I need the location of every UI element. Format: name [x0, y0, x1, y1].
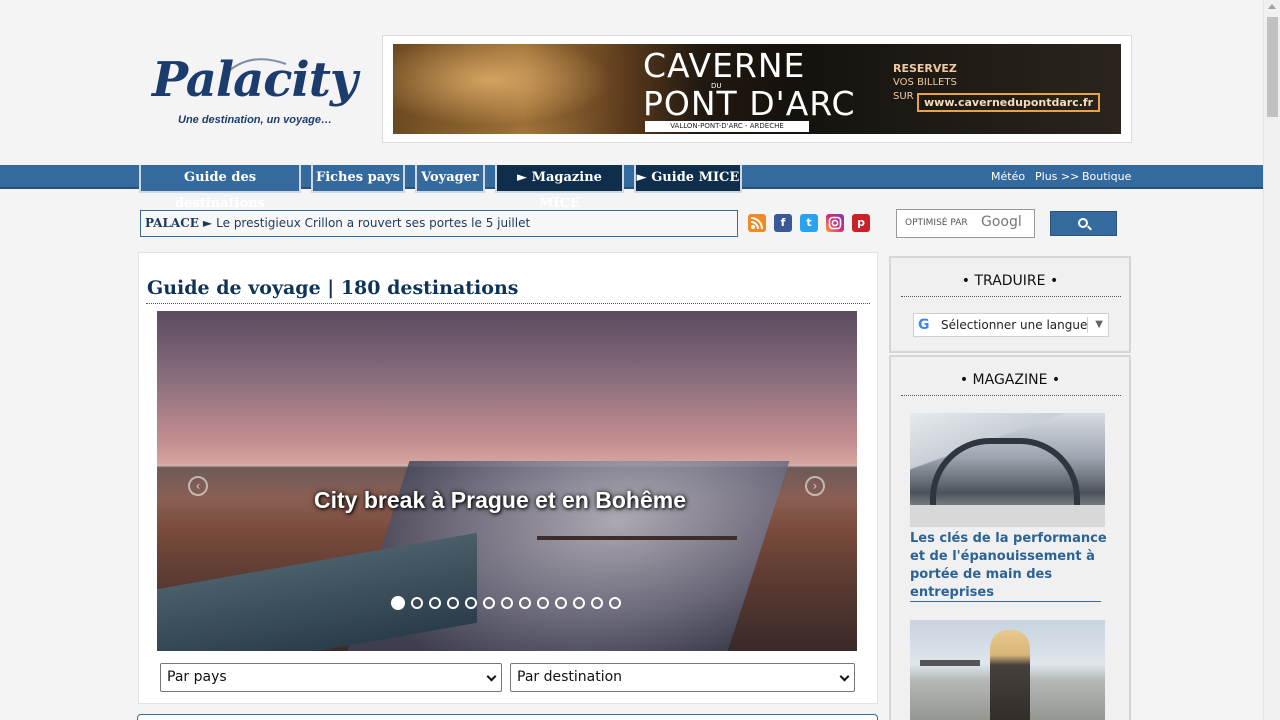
article-image-airport[interactable]	[910, 620, 1105, 720]
logo-wordmark: Palacity	[152, 52, 358, 108]
logo-tagline: Une destination, un voyage…	[178, 114, 333, 126]
ad-banner[interactable]: CAVERNE DU PONT D'ARC VALLON-PONT-D'ARC …	[393, 44, 1121, 134]
nav-link-meteo[interactable]: Météo	[991, 170, 1025, 183]
slider-dot[interactable]	[429, 597, 441, 609]
banner-subtitle: VALLON-PONT-D'ARC - ARDÈCHE	[645, 121, 809, 132]
banner-cave-art-image	[393, 44, 633, 134]
slider-dot[interactable]	[447, 597, 459, 609]
banner-title-line1: CAVERNE	[643, 46, 806, 85]
pinterest-icon[interactable]: p	[852, 214, 870, 232]
slider-dot[interactable]	[555, 597, 567, 609]
main-content-panel: Guide de voyage | 180 destinations ‹ › C…	[138, 252, 878, 704]
language-select-label: Sélectionner une langue	[941, 318, 1088, 332]
country-select[interactable]: Par pays	[160, 663, 502, 692]
facebook-icon[interactable]: f	[774, 214, 792, 232]
twitter-icon[interactable]: t	[800, 214, 818, 232]
destination-select[interactable]: Par destination	[510, 663, 855, 692]
hero-slider[interactable]: ‹ › City break à Prague et en Bohême	[157, 311, 857, 651]
tab-fiches-pays[interactable]: Fiches pays	[311, 165, 405, 193]
ad-banner-frame: CAVERNE DU PONT D'ARC VALLON-PONT-D'ARC …	[382, 35, 1132, 143]
article-divider	[910, 601, 1101, 602]
google-g-icon: G	[918, 317, 930, 333]
slider-dot[interactable]	[483, 597, 495, 609]
banner-sur: SUR	[893, 91, 914, 102]
banner-url[interactable]: www.cavernedupontdarc.fr	[917, 93, 1101, 112]
nav-link-boutique[interactable]: Boutique	[1082, 170, 1131, 183]
ticker-label: PALACE	[145, 216, 199, 230]
page-scrollbar[interactable]	[1263, 0, 1280, 720]
chevron-down-icon	[839, 671, 850, 682]
ticker-text[interactable]: Le prestigieux Crillon a rouvert ses por…	[216, 216, 530, 230]
magazine-title: • MAGAZINE •	[959, 372, 1061, 388]
banner-vos-billets: VOS BILLETS	[893, 77, 957, 88]
slider-dot[interactable]	[501, 597, 513, 609]
news-ticker[interactable]: PALACE ► Le prestigieux Crillon a rouvert …	[140, 210, 738, 237]
site-logo[interactable]: Palacity Une destination, un voyage…	[148, 50, 360, 134]
slider-dot[interactable]	[465, 597, 477, 609]
slider-dot[interactable]	[591, 597, 603, 609]
chevron-down-icon	[486, 671, 497, 682]
banner-title-line2: PONT D'ARC	[643, 84, 856, 123]
article-image-building[interactable]	[910, 413, 1105, 527]
page-title: Guide de voyage | 180 destinations	[147, 277, 519, 299]
destination-select-value: Par destination	[517, 669, 623, 685]
instagram-icon[interactable]	[826, 214, 844, 232]
slider-dot[interactable]	[537, 597, 549, 609]
country-select-value: Par pays	[167, 669, 227, 685]
translate-widget: • TRADUIRE • G Sélectionner une langue ▼	[889, 256, 1131, 353]
search-powered-label: OPTIMISÉ PAR	[905, 218, 968, 228]
article-title-link[interactable]: Les clés de la performance et de l'épano…	[910, 530, 1110, 602]
tab-voyager[interactable]: Voyager	[415, 165, 485, 193]
slider-dot[interactable]	[519, 597, 531, 609]
title-divider	[146, 303, 870, 304]
translate-title: • TRADUIRE •	[961, 273, 1059, 289]
rss-icon[interactable]	[748, 214, 766, 232]
slider-pagination	[391, 596, 621, 611]
next-section-panel	[137, 714, 878, 720]
slider-dot[interactable]	[609, 597, 621, 609]
tab-magazine-mice[interactable]: ► Magazine MICE	[495, 165, 624, 211]
tab-guide-mice[interactable]: ► Guide MICE	[634, 165, 742, 193]
scroll-up-arrow-icon[interactable]	[1268, 4, 1276, 9]
search-google-brand: Googl	[981, 214, 1022, 230]
tab-guide-destinations[interactable]: Guide des destinations	[139, 165, 301, 211]
slider-dot[interactable]	[573, 597, 585, 609]
nav-link-plus[interactable]: Plus >>	[1035, 170, 1079, 183]
magazine-widget: • MAGAZINE • Les clés de la performance …	[889, 355, 1131, 720]
main-nav: Guide des destinations Fiches pays Voyag…	[0, 165, 1263, 211]
ticker-arrow-icon: ►	[202, 216, 213, 230]
banner-reserve: RESERVEZ	[893, 62, 957, 75]
language-select[interactable]: G Sélectionner une langue ▼	[913, 313, 1109, 337]
scroll-thumb[interactable]	[1267, 17, 1278, 117]
slider-dot[interactable]	[411, 597, 423, 609]
slider-caption[interactable]: City break à Prague et en Bohême	[157, 487, 843, 514]
search-input[interactable]: OPTIMISÉ PAR Googl	[896, 209, 1035, 238]
dropdown-arrow-icon: ▼	[1095, 319, 1103, 330]
search-button[interactable]	[1050, 211, 1117, 236]
slider-dot[interactable]	[391, 596, 405, 610]
